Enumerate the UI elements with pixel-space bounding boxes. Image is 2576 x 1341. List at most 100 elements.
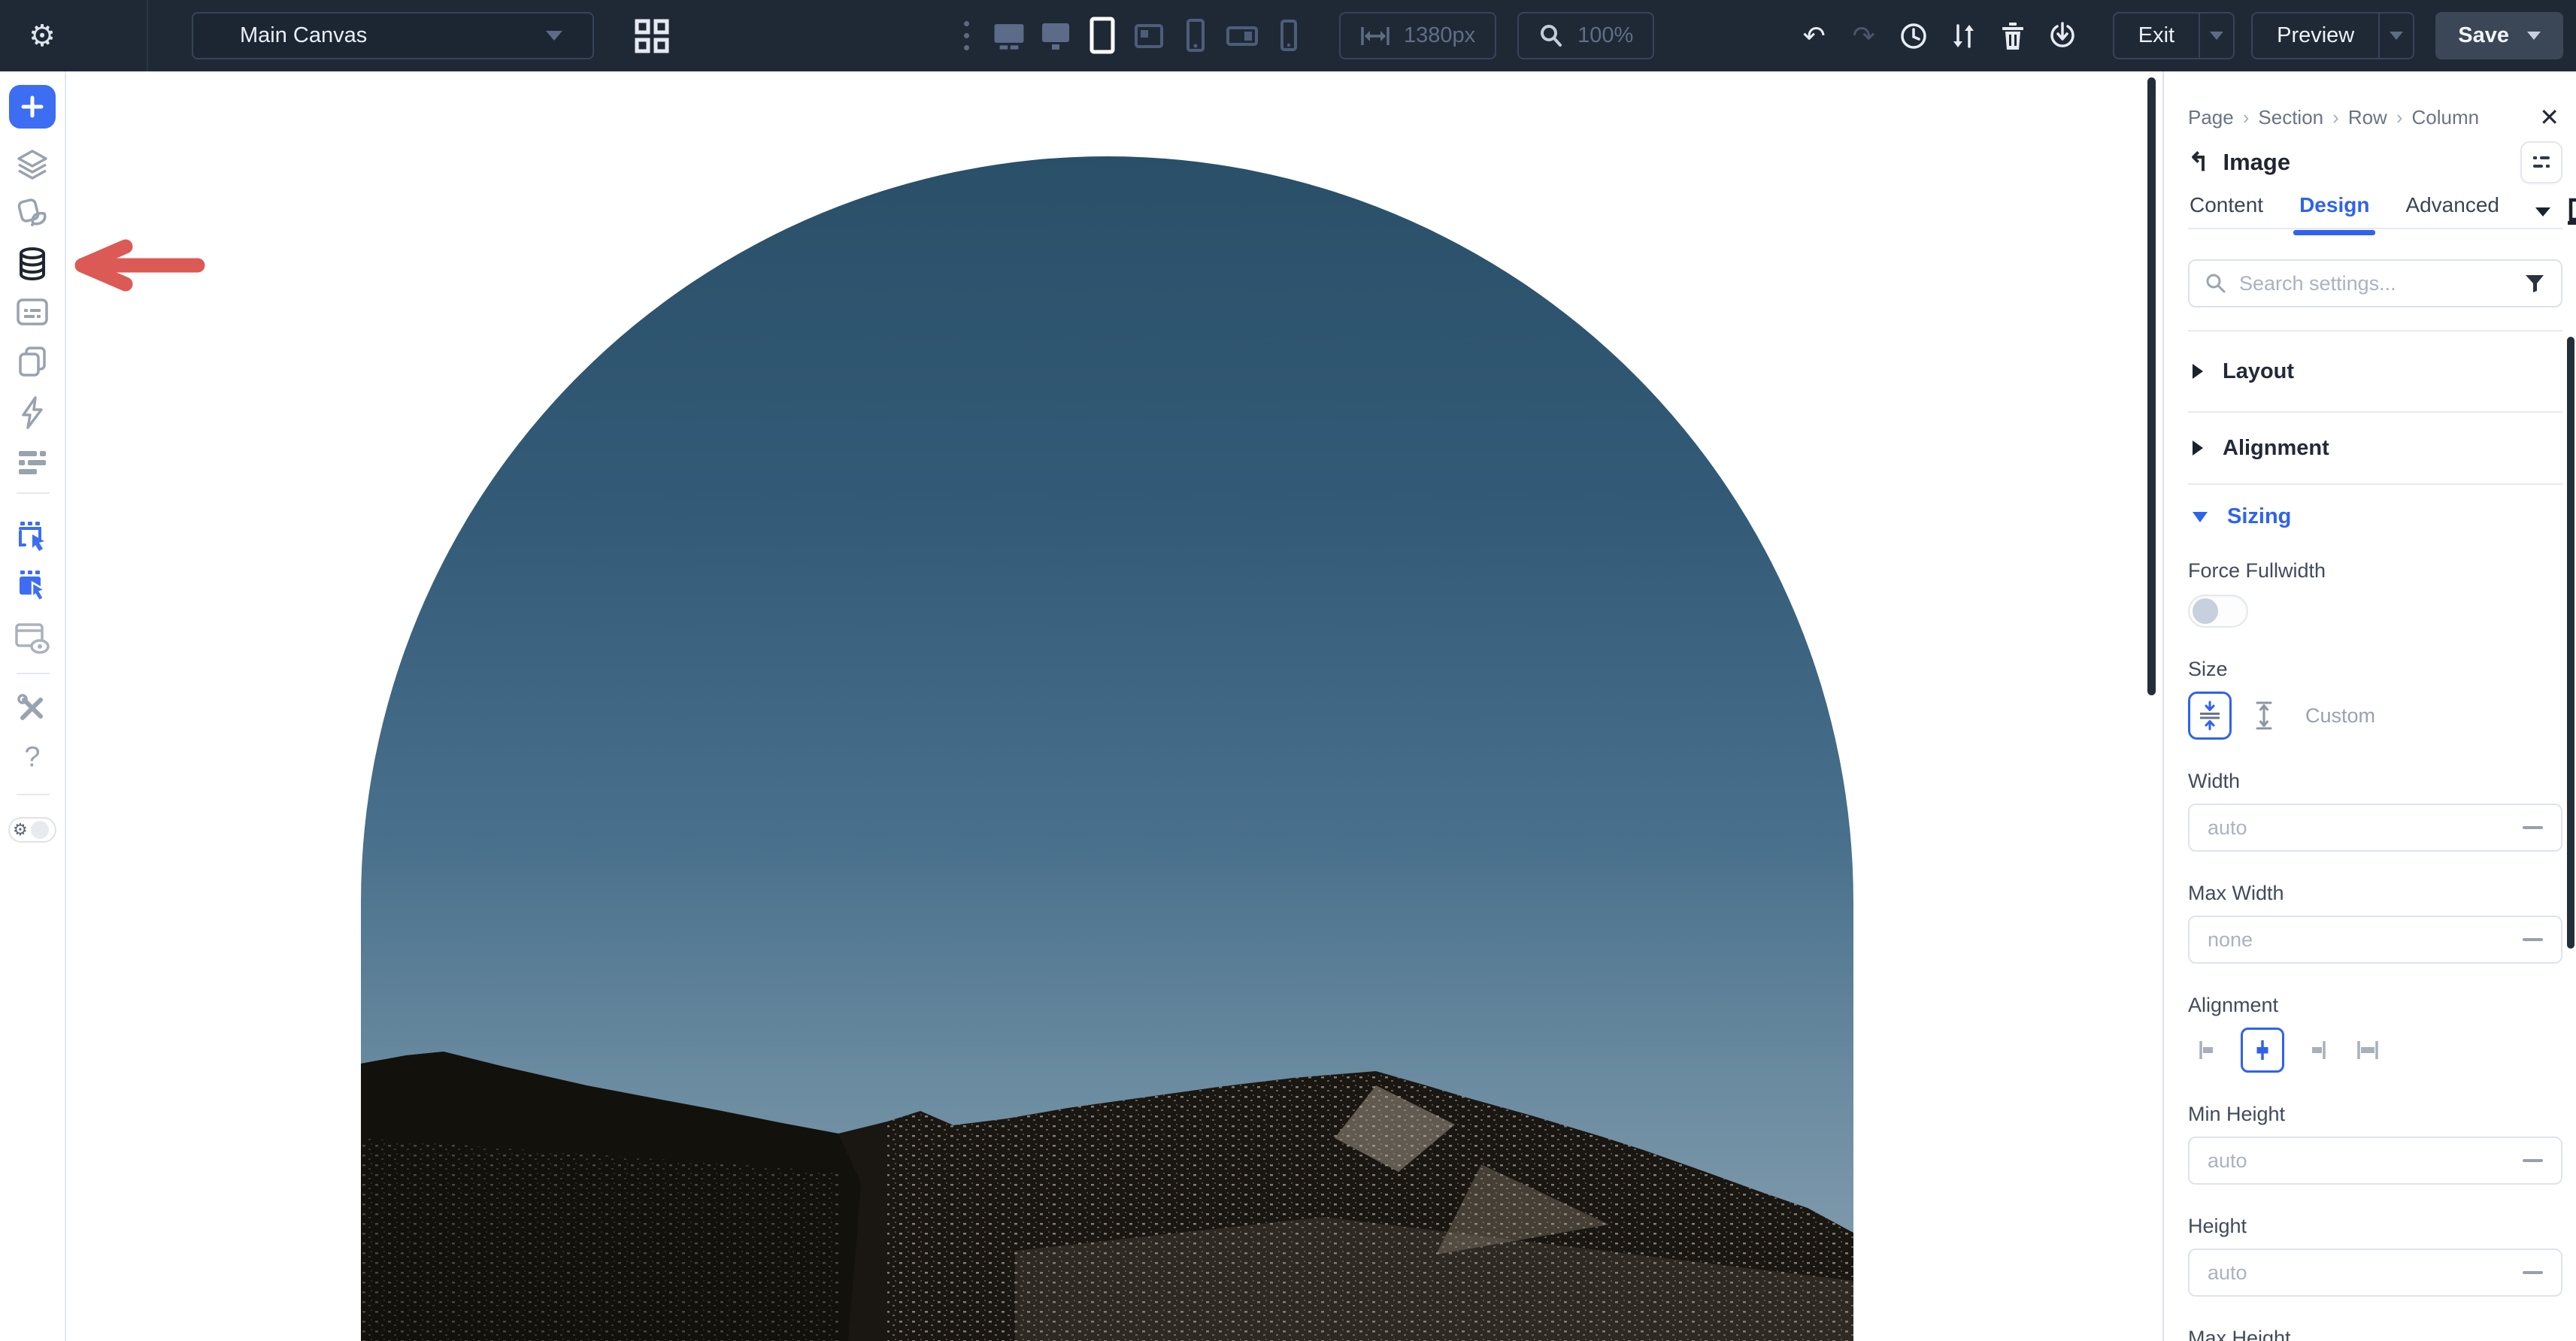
back-icon[interactable]: ↰ bbox=[2188, 147, 2210, 177]
grid-view-icon[interactable] bbox=[634, 18, 670, 58]
size-custom-label[interactable]: Custom bbox=[2305, 704, 2375, 728]
section-alignment[interactable]: Alignment bbox=[2188, 411, 2562, 483]
responsive-controls: 1380px 100% bbox=[964, 0, 1654, 71]
breadcrumb-section[interactable]: Section bbox=[2258, 106, 2323, 129]
tab-content[interactable]: Content bbox=[2190, 193, 2263, 234]
preview-dropdown[interactable] bbox=[2378, 14, 2413, 58]
width-input[interactable] bbox=[2208, 816, 2523, 840]
gear-icon[interactable]: ⚙ bbox=[20, 0, 65, 71]
section-layout[interactable]: Layout bbox=[2188, 330, 2562, 411]
database-icon[interactable] bbox=[14, 246, 50, 282]
max-width-field[interactable] bbox=[2188, 916, 2562, 964]
size-custom-height-button[interactable] bbox=[2242, 692, 2286, 740]
width-field[interactable] bbox=[2188, 804, 2562, 852]
sidebar-divider bbox=[17, 794, 50, 795]
exit-dropdown[interactable] bbox=[2199, 14, 2233, 58]
breadcrumb-chevron-icon: › bbox=[2396, 106, 2403, 129]
tab-design[interactable]: Design bbox=[2299, 193, 2369, 234]
settings-search-input[interactable] bbox=[2239, 272, 2511, 295]
tabs-dropdown-icon[interactable] bbox=[2535, 207, 2550, 216]
breadcrumb-column[interactable]: Column bbox=[2412, 106, 2480, 129]
force-fullwidth-toggle[interactable] bbox=[2188, 595, 2248, 628]
exit-button[interactable]: Exit bbox=[2113, 12, 2235, 59]
browser-preview-icon[interactable] bbox=[14, 622, 51, 656]
breadcrumb-page[interactable]: Page bbox=[2188, 106, 2234, 129]
save-button[interactable]: Save bbox=[2435, 12, 2563, 59]
size-fit-button[interactable] bbox=[2188, 692, 2232, 740]
redo-icon[interactable]: ↷ bbox=[1848, 0, 1880, 71]
zoom-control[interactable]: 100% bbox=[1517, 12, 1654, 59]
sidebar-divider bbox=[17, 492, 50, 494]
panel-scrollbar[interactable] bbox=[2567, 337, 2574, 949]
align-fullwidth-button[interactable] bbox=[2346, 1028, 2390, 1073]
canvas-scrollbar[interactable] bbox=[2147, 77, 2156, 695]
min-height-input[interactable] bbox=[2208, 1149, 2523, 1173]
width-label: Width bbox=[2188, 770, 2562, 793]
design-library-icon[interactable] bbox=[14, 196, 50, 231]
desktop-large-icon[interactable] bbox=[992, 14, 1026, 59]
element-header: ↰ Image bbox=[2188, 141, 2562, 184]
unit-dash-icon[interactable] bbox=[2523, 938, 2543, 941]
trash-icon[interactable] bbox=[1997, 0, 2029, 71]
section-sizing[interactable]: Sizing bbox=[2188, 483, 2562, 529]
align-left-button[interactable] bbox=[2188, 1028, 2232, 1073]
tab-advanced[interactable]: Advanced bbox=[2405, 193, 2499, 234]
add-element-button[interactable] bbox=[9, 85, 56, 129]
section-alignment-label: Alignment bbox=[2223, 436, 2329, 461]
kebab-menu-icon[interactable] bbox=[964, 21, 969, 50]
viewport-width-value: 1380px bbox=[1404, 23, 1475, 48]
annotation-arrow bbox=[71, 238, 207, 292]
close-icon[interactable]: ✕ bbox=[2539, 103, 2562, 132]
settings-rows-icon[interactable] bbox=[15, 448, 50, 475]
layers-icon[interactable] bbox=[14, 147, 50, 182]
undo-icon[interactable]: ↶ bbox=[1799, 0, 1830, 71]
forms-icon[interactable] bbox=[14, 295, 50, 328]
select-mode-icon[interactable] bbox=[14, 519, 50, 555]
max-width-input[interactable] bbox=[2208, 928, 2523, 952]
preview-button[interactable]: Preview bbox=[2251, 12, 2414, 59]
viewport-width-input[interactable]: 1380px bbox=[1339, 12, 1496, 59]
desktop-icon[interactable] bbox=[1038, 14, 1073, 59]
breadcrumb-row[interactable]: Row bbox=[2348, 106, 2387, 129]
tablet-portrait-icon[interactable] bbox=[1085, 14, 1120, 59]
settings-toggle[interactable]: ⚙ bbox=[8, 817, 56, 843]
settings-search[interactable] bbox=[2188, 259, 2562, 307]
import-icon[interactable] bbox=[2047, 0, 2078, 71]
filter-icon[interactable] bbox=[2523, 272, 2546, 295]
select-mode-filled-icon[interactable] bbox=[14, 568, 50, 604]
align-center-button[interactable] bbox=[2241, 1028, 2284, 1073]
actions-bolt-icon[interactable] bbox=[16, 395, 49, 431]
history-icon[interactable] bbox=[1898, 0, 1929, 71]
tools-icon[interactable] bbox=[16, 692, 49, 725]
zoom-value: 100% bbox=[1577, 23, 1633, 48]
align-right-button[interactable] bbox=[2293, 1028, 2337, 1073]
save-dropdown-icon[interactable] bbox=[2527, 32, 2541, 40]
magnifier-icon bbox=[1538, 23, 1564, 49]
min-height-field[interactable] bbox=[2188, 1137, 2562, 1185]
settings-panel: Page › Section › Row › Column ✕ ↰ Image … bbox=[2162, 71, 2576, 1341]
chevron-right-icon bbox=[2193, 364, 2203, 379]
plus-icon bbox=[9, 85, 56, 129]
arch-image[interactable] bbox=[361, 156, 1853, 1341]
phone-landscape-icon[interactable] bbox=[1225, 14, 1259, 59]
phone-portrait-icon[interactable] bbox=[1178, 14, 1213, 59]
copy-paste-icon[interactable] bbox=[15, 344, 50, 379]
phone-small-icon[interactable] bbox=[1271, 14, 1306, 59]
force-fullwidth-label: Force Fullwidth bbox=[2188, 559, 2562, 583]
size-label: Size bbox=[2188, 658, 2562, 681]
tablet-landscape-icon[interactable] bbox=[1132, 14, 1166, 59]
unit-dash-icon[interactable] bbox=[2523, 1159, 2543, 1162]
canvas-selector-dropdown[interactable]: Main Canvas bbox=[192, 12, 594, 59]
breakpoint-frame-icon[interactable] bbox=[2565, 196, 2576, 228]
presets-button[interactable] bbox=[2520, 141, 2562, 183]
height-input[interactable] bbox=[2208, 1261, 2523, 1285]
unit-dash-icon[interactable] bbox=[2523, 1271, 2543, 1274]
panel-tabs: Content Design Advanced bbox=[2188, 189, 2562, 229]
revisions-icon[interactable] bbox=[1947, 0, 1979, 71]
unit-dash-icon[interactable] bbox=[2523, 826, 2543, 829]
help-icon[interactable]: ? bbox=[24, 742, 40, 774]
height-field[interactable] bbox=[2188, 1249, 2562, 1297]
chevron-down-icon bbox=[2193, 512, 2208, 522]
section-sizing-label: Sizing bbox=[2227, 504, 2291, 529]
editor-canvas[interactable] bbox=[68, 71, 2162, 1341]
